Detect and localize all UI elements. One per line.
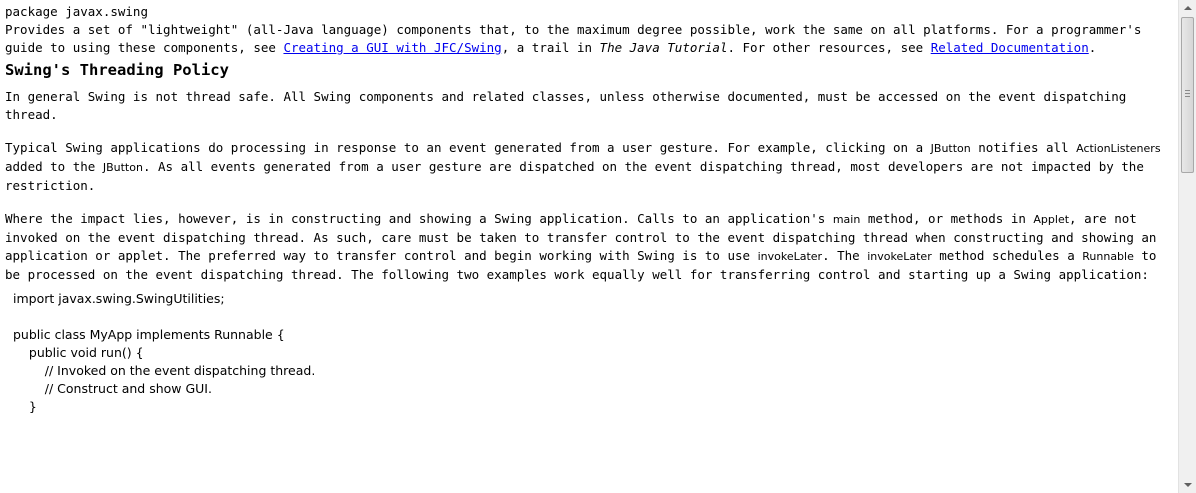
intro-text-3: . For other resources, see bbox=[727, 40, 931, 55]
grip-icon bbox=[1185, 90, 1190, 91]
general-paragraph: In general Swing is not thread safe. All… bbox=[5, 89, 1127, 122]
impact-text-2: method, or methods in bbox=[860, 211, 1034, 226]
tutorial-title: The Java Tutorial bbox=[599, 40, 728, 55]
code-applet: Applet bbox=[1033, 213, 1070, 226]
impact-text-1: Where the impact lies, however, is in co… bbox=[5, 211, 833, 226]
grip-icon bbox=[1185, 93, 1190, 94]
code-actionlisteners: ActionListeners bbox=[1076, 142, 1161, 155]
scroll-down-button[interactable] bbox=[1180, 477, 1196, 493]
impact-paragraph: Where the impact lies, however, is in co… bbox=[5, 210, 1171, 284]
creating-gui-link[interactable]: Creating a GUI with JFC/Swing bbox=[283, 40, 501, 55]
threading-policy-heading: Swing's Threading Policy bbox=[5, 61, 229, 79]
code-main: main bbox=[832, 213, 861, 226]
typical-text-1: Typical Swing applications do processing… bbox=[5, 140, 931, 155]
scrollbar-thumb[interactable] bbox=[1181, 17, 1194, 173]
code-invokelater-2: invokeLater bbox=[867, 250, 932, 263]
code-jbutton-2: JButton bbox=[102, 161, 143, 174]
typical-text-2: notifies all bbox=[970, 140, 1077, 155]
impact-text-4: . The bbox=[822, 248, 868, 263]
code-example: import javax.swing.SwingUtilities; publi… bbox=[13, 291, 316, 414]
intro-text-end: . bbox=[1088, 40, 1097, 55]
typical-text-3: added to the bbox=[5, 159, 103, 174]
typical-text-4: . As all events generated from a user ge… bbox=[5, 159, 1144, 193]
grip-icon bbox=[1185, 96, 1190, 97]
intro-paragraph: Provides a set of "lightweight" (all-Jav… bbox=[5, 21, 1171, 57]
code-jbutton: JButton bbox=[930, 142, 971, 155]
scroll-up-button[interactable] bbox=[1180, 0, 1196, 16]
arrow-up-icon bbox=[1184, 6, 1192, 10]
code-runnable: Runnable bbox=[1082, 250, 1134, 263]
code-invokelater: invokeLater bbox=[757, 250, 823, 263]
document-body: package javax.swing Provides a set of "l… bbox=[0, 0, 1175, 493]
typical-paragraph: Typical Swing applications do processing… bbox=[5, 139, 1171, 195]
impact-text-5: method schedules a bbox=[931, 248, 1083, 263]
intro-text-2: , a trail in bbox=[501, 40, 600, 55]
package-line: package javax.swing bbox=[5, 4, 148, 19]
arrow-down-icon bbox=[1184, 483, 1192, 487]
related-documentation-link[interactable]: Related Documentation bbox=[931, 40, 1089, 55]
vertical-scrollbar[interactable] bbox=[1178, 0, 1196, 493]
